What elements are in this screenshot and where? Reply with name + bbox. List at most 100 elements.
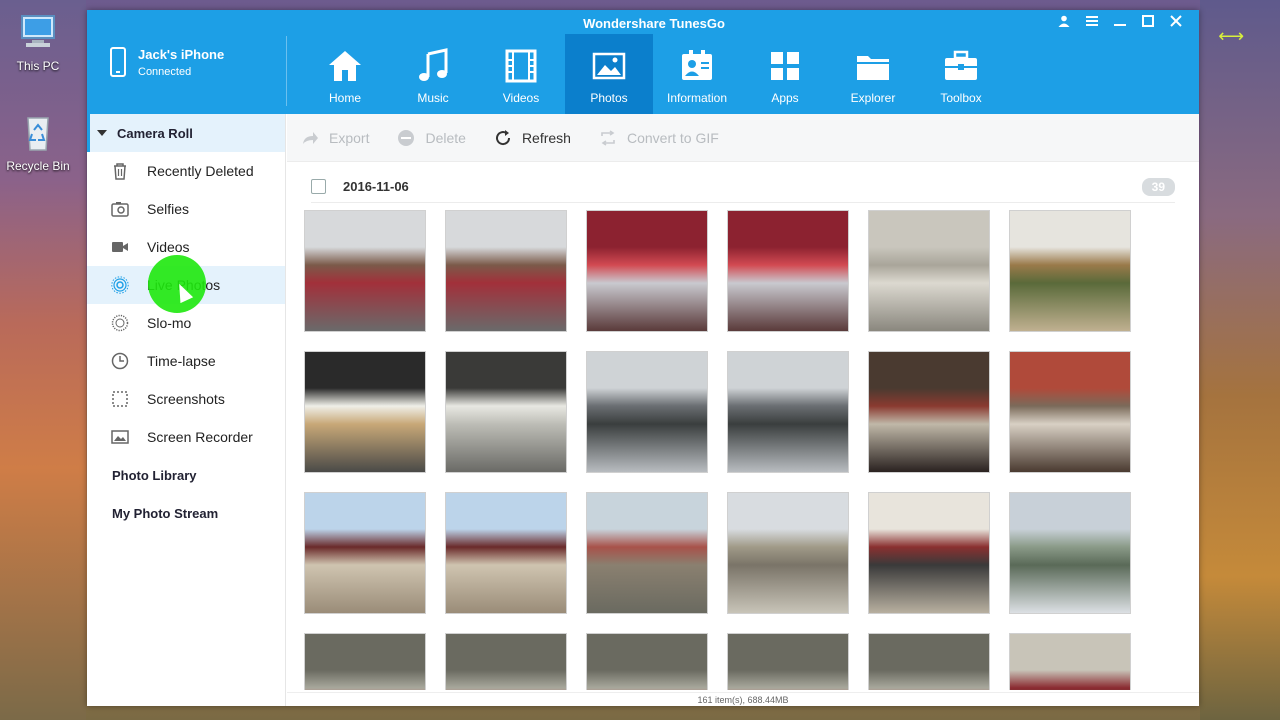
selfie-camera-icon [111,202,129,217]
sidebar-item-time-lapse[interactable]: Time-lapse [87,342,285,380]
sidebar-group-my-photo-stream[interactable]: My Photo Stream [87,494,285,532]
photo-thumbnail[interactable] [586,210,708,332]
tab-home[interactable]: Home [301,34,389,114]
export-label: Export [329,129,370,146]
photo-thumbnail[interactable] [304,492,426,614]
sidebar-item-screen-recorder[interactable]: Screen Recorder [87,418,285,456]
photo-thumbnail[interactable] [727,351,849,473]
desktop-icon-recycle-bin[interactable]: Recycle Bin [2,112,74,173]
close-icon[interactable] [1169,14,1183,30]
photo-thumbnail[interactable] [445,492,567,614]
photo-thumbnail[interactable] [1009,633,1131,690]
photo-thumbnail[interactable] [727,492,849,614]
sidebar-item-label: Selfies [147,201,190,217]
device-status: Connected [138,66,192,78]
photo-thumbnail[interactable] [1009,492,1131,614]
sidebar-item-label: Time-lapse [147,353,216,369]
sidebar-item-recently-deleted[interactable]: Recently Deleted [87,152,285,190]
tab-information[interactable]: Information [653,34,741,114]
photo-thumbnail[interactable] [304,633,426,690]
desktop-background-right [1200,0,1280,720]
trash-icon [114,163,126,180]
delete-circle-icon [398,129,415,146]
film-icon [505,49,537,83]
menu-icon[interactable] [1085,14,1099,30]
desktop-background-left [0,0,86,720]
phone-icon [110,47,126,77]
tab-label: Explorer [850,91,896,105]
tab-apps[interactable]: Apps [741,34,829,114]
maximize-icon[interactable] [1141,14,1155,30]
refresh-label: Refresh [521,129,571,146]
convert-label: Convert to GIF [626,129,719,146]
tab-label: Photos [590,91,628,105]
desktop-icon-label: This PC [16,59,60,73]
photo-thumbnail[interactable] [445,633,567,690]
status-footer: 161 item(s), 688.44MB [287,692,1199,706]
sidebar-item-screenshots[interactable]: Screenshots [87,380,285,418]
window-controls [1057,14,1183,30]
device-info[interactable]: Jack's iPhone Connected [107,44,287,94]
computer-icon [21,15,55,47]
photo-count-badge: 39 [1141,178,1175,196]
select-all-checkbox[interactable] [311,179,326,194]
sidebar-item-selfies[interactable]: Selfies [87,190,285,228]
date-divider [311,202,1175,203]
photo-thumbnail[interactable] [868,351,990,473]
tab-videos[interactable]: Videos [477,34,565,114]
minimize-icon[interactable] [1113,14,1127,30]
photo-icon [592,52,626,80]
tab-explorer[interactable]: Explorer [829,34,917,114]
convert-to-gif-button[interactable]: Convert to GIF [599,129,719,147]
photo-thumbnail[interactable] [304,351,426,473]
sidebar-item-label: Screenshots [147,391,225,407]
sidebar: Camera Roll Recently Deleted Selfies Vid… [87,114,286,706]
main-nav: Home Music Videos Photos Information App… [301,34,1005,114]
sidebar-item-label: Slo-mo [147,315,192,331]
recycle-bin-icon [27,117,49,151]
photo-thumbnail[interactable] [586,351,708,473]
delete-button[interactable]: Delete [397,129,466,147]
photo-thumbnail[interactable] [1009,210,1131,332]
photo-thumbnail[interactable] [445,210,567,332]
app-window: Wondershare TunesGo Jack's iPhone Connec… [87,10,1199,706]
sidebar-item-label: Videos [147,239,190,255]
sidebar-item-label: Recently Deleted [147,163,254,179]
sidebar-section-camera-roll[interactable]: Camera Roll [87,114,285,152]
home-icon [329,51,361,81]
tab-photos[interactable]: Photos [565,34,653,114]
photo-thumbnail[interactable] [868,210,990,332]
photo-thumbnail[interactable] [727,210,849,332]
tab-label: Information [666,91,728,105]
sidebar-group-photo-library[interactable]: Photo Library [87,456,285,494]
date-group-header: 2016-11-06 39 [311,178,1175,198]
device-name: Jack's iPhone [138,47,225,62]
date-label: 2016-11-06 [343,179,409,194]
collapse-triangle-icon [97,130,107,136]
resize-arrow-icon: ⟷ [1218,26,1244,46]
title-bar: Wondershare TunesGo Jack's iPhone Connec… [87,10,1199,114]
delete-label: Delete [425,129,466,146]
desktop-icon-this-pc[interactable]: This PC [2,12,74,73]
export-button[interactable]: Export [301,129,369,147]
user-icon[interactable] [1057,14,1071,30]
photo-thumbnail[interactable] [304,210,426,332]
refresh-button[interactable]: Refresh [494,129,571,147]
refresh-icon [496,129,510,145]
window-title: Wondershare TunesGo [583,16,725,31]
desktop-icon-label: Recycle Bin [6,159,70,173]
tab-music[interactable]: Music [389,34,477,114]
photo-thumbnail[interactable] [727,633,849,690]
photo-thumbnail[interactable] [586,492,708,614]
screen-recorder-icon [111,430,129,444]
photo-thumbnail[interactable] [445,351,567,473]
photo-thumbnail[interactable] [868,492,990,614]
tab-toolbox[interactable]: Toolbox [917,34,1005,114]
photo-thumbnail[interactable] [1009,351,1131,473]
slomo-icon [111,314,129,332]
sidebar-section-label: Camera Roll [117,125,193,141]
photo-toolbar: Export Delete Refresh Convert to GIF [287,114,1199,162]
photo-thumbnail[interactable] [868,633,990,690]
music-icon [419,48,448,81]
photo-thumbnail[interactable] [586,633,708,690]
